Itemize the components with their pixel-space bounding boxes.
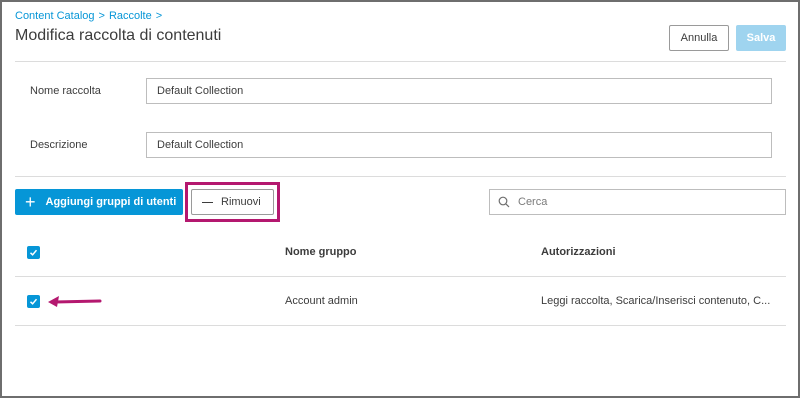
divider — [15, 176, 786, 177]
checkmark-icon — [29, 249, 38, 256]
description-label: Descrizione — [30, 139, 88, 151]
remove-label: Rimuovi — [221, 196, 261, 208]
breadcrumb-separator: > — [155, 10, 163, 22]
add-user-groups-label: Aggiungi gruppi di utenti — [45, 196, 177, 208]
row-checkbox[interactable] — [27, 295, 40, 308]
table-divider — [15, 276, 786, 277]
select-all-checkbox[interactable] — [27, 246, 40, 259]
table-cell-permissions: Leggi raccolta, Scarica/Inserisci conten… — [541, 295, 771, 307]
minus-icon — [202, 201, 213, 203]
search-placeholder: Cerca — [518, 196, 548, 208]
breadcrumb-item-raccolte[interactable]: Raccolte — [109, 10, 152, 22]
breadcrumb-separator: > — [98, 10, 105, 22]
breadcrumb-item-content-catalog[interactable]: Content Catalog — [15, 10, 95, 22]
table-cell-group-name: Account admin — [285, 295, 358, 307]
remove-button[interactable]: Rimuovi — [191, 189, 274, 215]
plus-icon: + — [25, 192, 36, 212]
column-header-group-name[interactable]: Nome gruppo — [285, 246, 357, 258]
search-input[interactable]: Cerca — [489, 189, 786, 215]
save-button[interactable]: Salva — [736, 25, 786, 51]
collection-name-label: Nome raccolta — [30, 85, 101, 97]
arrow-annotation-icon — [48, 296, 102, 307]
description-input[interactable]: Default Collection — [146, 132, 772, 158]
cancel-button[interactable]: Annulla — [669, 25, 729, 51]
divider — [15, 61, 786, 62]
add-user-groups-button[interactable]: + Aggiungi gruppi di utenti — [15, 189, 183, 215]
breadcrumb: Content Catalog > Raccolte > — [15, 10, 162, 22]
collection-name-input[interactable]: Default Collection — [146, 78, 772, 104]
table-divider — [15, 325, 786, 326]
checkmark-icon — [29, 298, 38, 305]
page-title: Modifica raccolta di contenuti — [15, 27, 222, 44]
column-header-permissions[interactable]: Autorizzazioni — [541, 246, 616, 258]
search-icon — [498, 196, 510, 208]
